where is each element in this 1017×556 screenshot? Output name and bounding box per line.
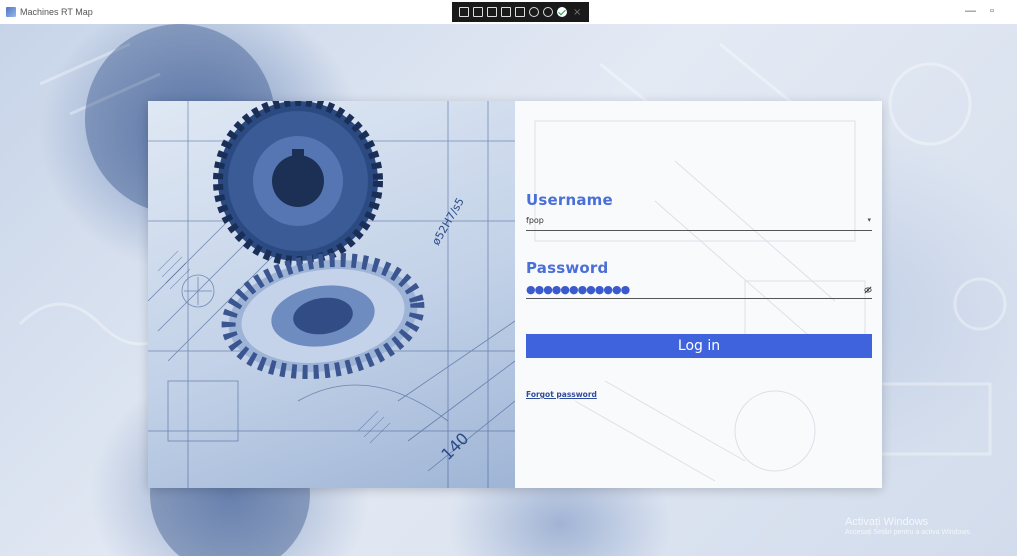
info-icon[interactable] xyxy=(543,7,553,17)
gears-hero-image: ø52H7/s5 140 xyxy=(148,101,515,488)
settings-icon[interactable] xyxy=(529,7,539,17)
blueprint-dimension: 140 xyxy=(437,429,472,464)
watermark-subtitle: Accesați Setări pentru a activa Windows. xyxy=(845,529,972,536)
gears-illustration: ø52H7/s5 140 xyxy=(148,101,515,488)
check-icon[interactable] xyxy=(557,7,567,17)
toolbar-close-icon[interactable]: × xyxy=(573,7,581,18)
password-field[interactable]: ●●●●●●●●●●●● xyxy=(526,283,872,299)
forgot-password-link[interactable]: Forgot password xyxy=(526,390,597,399)
window-title: Machines RT Map xyxy=(20,7,93,17)
app-icon xyxy=(6,7,16,17)
username-value[interactable]: fpop xyxy=(526,216,544,225)
login-card: ø52H7/s5 140 Username fpop ▾ Password ●●… xyxy=(148,101,882,488)
login-form: Username fpop ▾ Password ●●●●●●●●●●●● Lo… xyxy=(515,101,882,488)
minimize-button[interactable]: — xyxy=(965,5,976,17)
box-icon[interactable] xyxy=(501,7,511,17)
capture-toolbar: × xyxy=(452,2,589,22)
username-label: Username xyxy=(526,191,613,209)
login-button[interactable]: Log in xyxy=(526,334,872,358)
chevron-down-icon[interactable]: ▾ xyxy=(867,216,871,224)
window-icon[interactable] xyxy=(473,7,483,17)
username-field[interactable]: fpop ▾ xyxy=(526,215,872,231)
password-value[interactable]: ●●●●●●●●●●●● xyxy=(526,284,630,295)
select-icon[interactable] xyxy=(487,7,497,17)
monitor-icon[interactable] xyxy=(515,7,525,17)
maximize-button[interactable]: ▫ xyxy=(990,5,994,17)
title-bar: Machines RT Map × — ▫ xyxy=(0,0,1017,24)
hide-password-icon[interactable] xyxy=(864,286,872,294)
password-label: Password xyxy=(526,259,609,277)
screenshot-icon[interactable] xyxy=(459,7,469,17)
watermark-title: Activați Windows xyxy=(845,516,929,528)
windows-activation-watermark: Activați Windows Accesați Setări pentru … xyxy=(845,516,972,536)
